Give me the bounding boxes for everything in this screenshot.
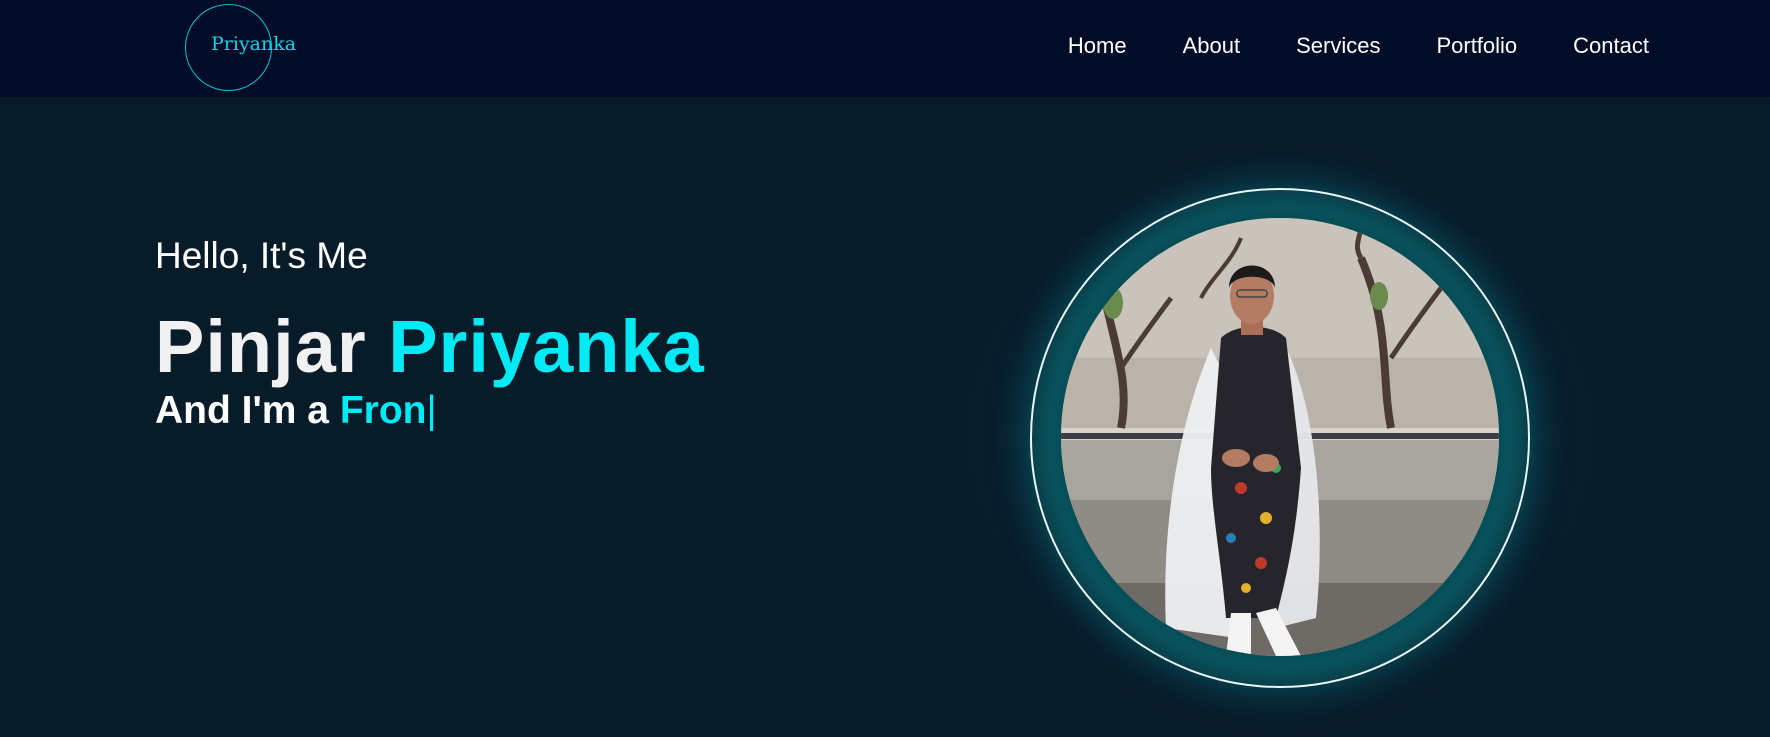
hero-first-name: Pinjar	[155, 305, 367, 388]
hero-role-typed: Fron	[339, 389, 427, 432]
hero-name: Pinjar Priyanka	[155, 305, 705, 389]
logo-text[interactable]: Priyanka	[211, 33, 296, 55]
hero-role-prefix: And I'm a	[155, 389, 329, 432]
nav-link-portfolio[interactable]: Portfolio	[1436, 33, 1517, 59]
nav-link-home[interactable]: Home	[1068, 33, 1127, 59]
profile-photo-illustration	[1061, 218, 1499, 656]
nav-link-contact[interactable]: Contact	[1573, 33, 1649, 59]
hero-role: And I'm a Fron|	[155, 388, 437, 434]
nav-links: Home About Services Portfolio Contact	[1068, 33, 1649, 59]
navbar: Priyanka Home About Services Portfolio C…	[0, 0, 1770, 97]
nav-link-services[interactable]: Services	[1296, 33, 1380, 59]
hero-greeting: Hello, It's Me	[155, 235, 368, 276]
nav-link-about[interactable]: About	[1183, 33, 1241, 59]
hero-last-name: Priyanka	[388, 305, 705, 388]
profile-photo	[1061, 218, 1499, 656]
typing-cursor: |	[426, 389, 437, 432]
